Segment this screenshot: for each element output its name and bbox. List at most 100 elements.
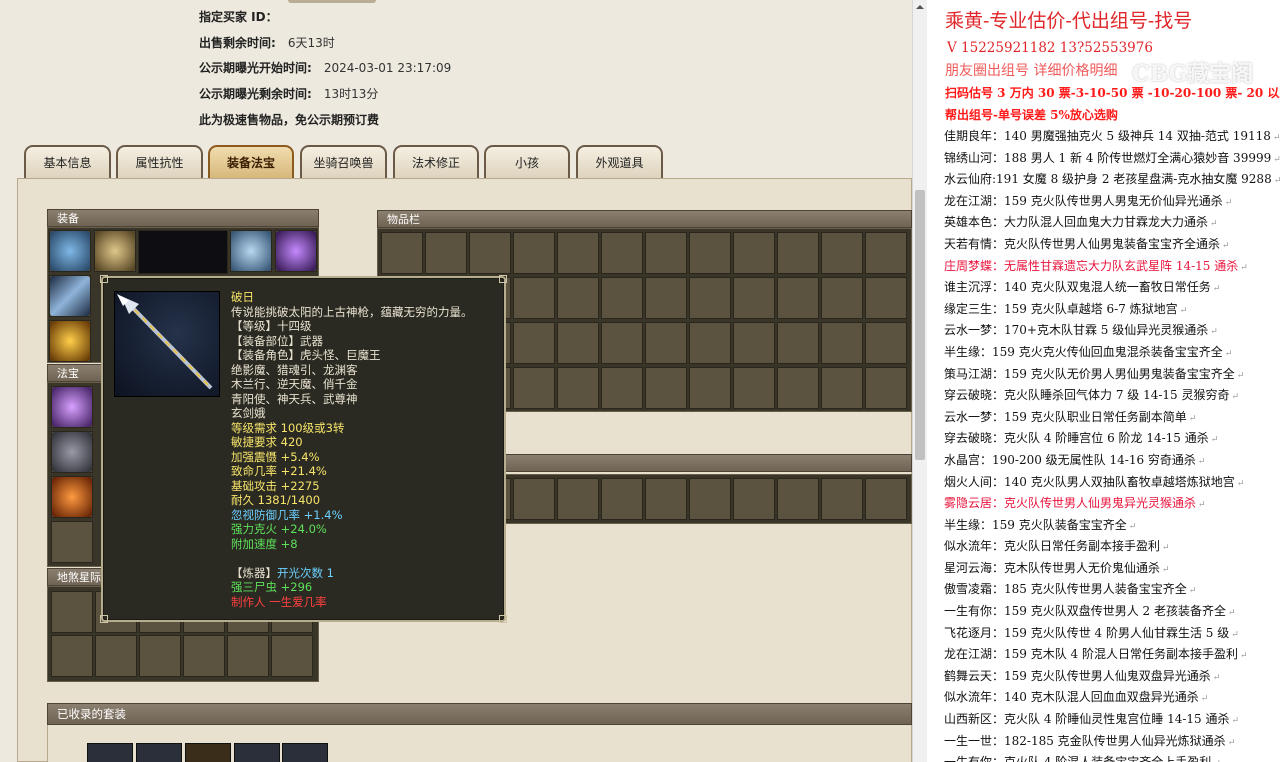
fabao-grid xyxy=(47,382,102,567)
disha-slot[interactable] xyxy=(139,635,181,677)
top-button[interactable] xyxy=(288,0,376,3)
inventory-slot[interactable] xyxy=(645,367,687,409)
inventory-slot[interactable] xyxy=(645,277,687,319)
disha-slot[interactable] xyxy=(183,635,225,677)
fabao-slot-2[interactable] xyxy=(51,431,93,473)
inventory-slot[interactable] xyxy=(777,232,819,274)
disha-slot[interactable] xyxy=(51,635,93,677)
equip-slot-armor[interactable] xyxy=(230,230,272,272)
ad-subtitle: 朋友圈出组号 详细价格明细 xyxy=(945,63,1118,79)
tab-mounts-pets[interactable]: 坐骑召唤兽 xyxy=(300,145,387,179)
inventory-slot[interactable] xyxy=(689,232,731,274)
return-mark-icon: ↵ xyxy=(1162,564,1170,575)
inventory-slot[interactable] xyxy=(733,232,775,274)
inventory-slot[interactable] xyxy=(821,322,863,364)
return-mark-icon: ↵ xyxy=(1273,176,1280,187)
equip-slot-necklace[interactable] xyxy=(94,230,136,272)
inventory-slot[interactable] xyxy=(733,322,775,364)
suit-icon[interactable] xyxy=(185,743,231,762)
inventory-slot[interactable] xyxy=(381,232,423,274)
return-mark-icon: ↵ xyxy=(1222,240,1230,251)
tab-basic-info[interactable]: 基本信息 xyxy=(24,145,111,179)
tab-appearance[interactable]: 外观道具 xyxy=(576,145,663,179)
inventory-slot[interactable] xyxy=(601,232,643,274)
inventory-slot[interactable] xyxy=(513,322,555,364)
account-list-item: 云水一梦：159 克火队职业日常任务副本简单 ↵ xyxy=(944,407,1280,429)
inventory-slot[interactable] xyxy=(513,277,555,319)
disha-slot[interactable] xyxy=(51,591,93,633)
tab-children[interactable]: 小孩 xyxy=(484,145,570,179)
inventory-slot[interactable] xyxy=(557,277,599,319)
inventory-slot[interactable] xyxy=(865,478,907,520)
inventory-slot[interactable] xyxy=(865,277,907,319)
inventory-slot[interactable] xyxy=(865,322,907,364)
inventory-slot[interactable] xyxy=(557,367,599,409)
equip-slot-belt[interactable] xyxy=(49,320,91,362)
equip-slot-helmet[interactable] xyxy=(49,230,91,272)
disha-slot[interactable] xyxy=(95,635,137,677)
collected-suits-title: 已收录的套装 xyxy=(47,703,912,725)
inventory-slot[interactable] xyxy=(557,322,599,364)
inventory-slot[interactable] xyxy=(865,367,907,409)
inventory-slot[interactable] xyxy=(425,232,467,274)
inventory-slot[interactable] xyxy=(513,367,555,409)
inventory-slot[interactable] xyxy=(689,367,731,409)
inventory-slot[interactable] xyxy=(601,277,643,319)
suit-icon[interactable] xyxy=(87,743,133,762)
inventory-slot[interactable] xyxy=(645,232,687,274)
inventory-slot[interactable] xyxy=(601,322,643,364)
fabao-slot-4[interactable] xyxy=(51,521,93,563)
inventory-slot[interactable] xyxy=(821,232,863,274)
inventory-slot[interactable] xyxy=(777,277,819,319)
disha-slot[interactable] xyxy=(271,635,313,677)
account-list-item: 山西新区：克火队 4 阶睡仙灵性鬼宫位睡 14-15 通杀 ↵ xyxy=(944,709,1280,731)
inventory-slot[interactable] xyxy=(733,367,775,409)
inventory-slot[interactable] xyxy=(777,478,819,520)
inventory-slot[interactable] xyxy=(689,277,731,319)
fabao-slot-3[interactable] xyxy=(51,476,93,518)
inventory-slot[interactable] xyxy=(557,232,599,274)
fabao-icon xyxy=(52,432,92,472)
tab-spell-mods[interactable]: 法术修正 xyxy=(393,145,479,179)
page-scrollbar[interactable] xyxy=(912,0,927,762)
scroll-up-arrow-icon[interactable] xyxy=(913,0,927,14)
equip-slot-weapon[interactable] xyxy=(49,275,91,317)
suit-icon[interactable] xyxy=(136,743,182,762)
inventory-slot[interactable] xyxy=(469,232,511,274)
inventory-slot[interactable] xyxy=(689,322,731,364)
inventory-slot[interactable] xyxy=(821,478,863,520)
inventory-slot[interactable] xyxy=(689,478,731,520)
inventory-slot[interactable] xyxy=(733,478,775,520)
return-mark-icon: ↵ xyxy=(1128,521,1137,532)
tab-attributes[interactable]: 属性抗性 xyxy=(116,145,203,179)
inventory-slot[interactable] xyxy=(733,277,775,319)
inventory-slot[interactable] xyxy=(601,478,643,520)
scroll-thumb[interactable] xyxy=(915,190,925,460)
account-list-text: 庄周梦蝶：无属性甘霖遗忘大力队玄武星阵 14-15 通杀 xyxy=(944,258,1239,273)
return-mark-icon: ↵ xyxy=(1231,392,1240,403)
return-mark-icon: ↵ xyxy=(1210,327,1218,338)
forge-value: 开光次数 1 xyxy=(277,565,334,580)
tab-equipment[interactable]: 装备法宝 xyxy=(208,145,294,179)
inventory-slot[interactable] xyxy=(865,232,907,274)
item-forge: 【炼器】开光次数 1 xyxy=(231,566,501,581)
fabao-slot-1[interactable] xyxy=(51,386,93,428)
inventory-slot[interactable] xyxy=(645,478,687,520)
inventory-slot[interactable] xyxy=(645,322,687,364)
info-publicity-start: 公示期曝光开始时间: 2024-03-01 23:17:09 xyxy=(199,59,451,76)
inventory-slot[interactable] xyxy=(777,367,819,409)
suit-icon[interactable] xyxy=(282,743,328,762)
inventory-slot[interactable] xyxy=(821,367,863,409)
info-label: 出售剩余时间: xyxy=(199,36,276,50)
inventory-slot[interactable] xyxy=(601,367,643,409)
tooltip-corner xyxy=(499,615,507,623)
inventory-slot[interactable] xyxy=(821,277,863,319)
inventory-slot[interactable] xyxy=(513,232,555,274)
disha-slot[interactable] xyxy=(227,635,269,677)
inventory-slot[interactable] xyxy=(557,478,599,520)
inventory-slot[interactable] xyxy=(777,322,819,364)
inventory-slot[interactable] xyxy=(513,478,555,520)
return-mark-icon: ↵ xyxy=(1236,370,1245,381)
suit-icon[interactable] xyxy=(234,743,280,762)
equip-slot-amulet[interactable] xyxy=(275,230,317,272)
